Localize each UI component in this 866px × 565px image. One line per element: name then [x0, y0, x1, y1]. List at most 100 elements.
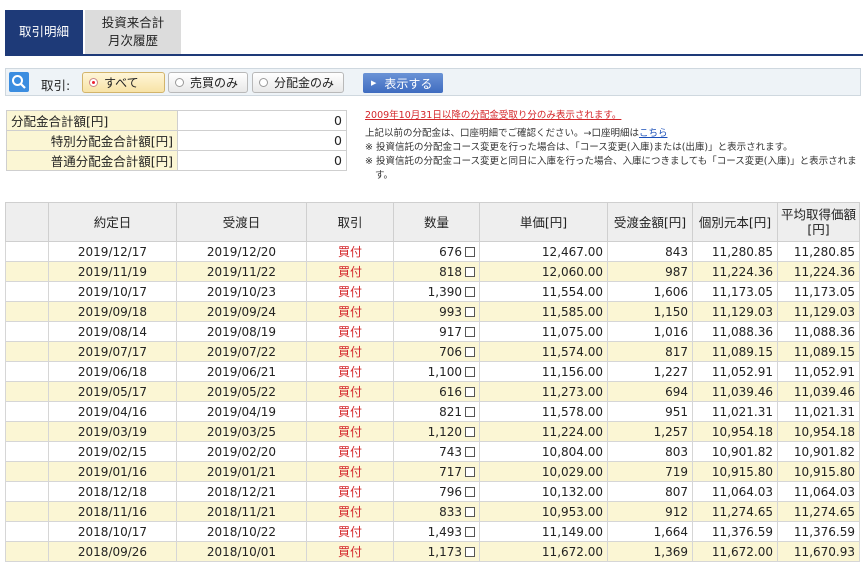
table-header-row: 約定日 受渡日 取引 数量 単価[円] 受渡金額[円] 個別元本[円] 平均取得…	[5, 202, 860, 242]
amount-cell: 1,664	[607, 521, 693, 542]
settle-date-cell: 2018/12/21	[176, 481, 307, 502]
transaction-table: 約定日 受渡日 取引 数量 単価[円] 受渡金額[円] 個別元本[円] 平均取得…	[5, 202, 860, 562]
amount-cell: 719	[607, 461, 693, 482]
account-statement-link[interactable]: こちら	[639, 128, 668, 139]
checkbox-icon	[465, 266, 475, 277]
quantity-value: 706	[439, 344, 462, 359]
filter-trade-only-radio[interactable]: 売買のみ	[168, 72, 248, 93]
header-settle-date: 受渡日	[176, 202, 307, 242]
table-row: 2019/04/16 2019/04/19 買付 821 11,578.00 951 11,…	[5, 401, 860, 422]
cost-cell: 11,021.31	[692, 401, 778, 422]
trade-date-cell: 2019/04/16	[48, 401, 177, 422]
play-arrow-icon: ▶	[371, 79, 377, 87]
checkbox-icon	[465, 286, 475, 297]
row-blank-cell	[5, 261, 49, 282]
cost-cell: 11,064.03	[692, 481, 778, 502]
row-blank-cell	[5, 501, 49, 522]
amount-cell: 1,227	[607, 361, 693, 382]
tab-monthly-history[interactable]: 投資来合計 月次履歴	[85, 10, 181, 54]
cost-cell: 11,274.65	[692, 501, 778, 522]
quantity-value: 993	[439, 304, 462, 319]
show-button[interactable]: ▶ 表示する	[363, 73, 443, 93]
trade-date-cell: 2019/01/16	[48, 461, 177, 482]
checkbox-icon	[465, 366, 475, 377]
summary-label: 分配金合計額[円]	[6, 110, 178, 131]
summary-label: 普通分配金合計額[円]	[6, 150, 178, 171]
trade-type-cell: 買付	[306, 321, 394, 342]
tab-transaction-details[interactable]: 取引明細	[5, 10, 83, 54]
table-row: 2018/12/18 2018/12/21 買付 796 10,132.00 807 11,…	[5, 481, 860, 502]
quantity-value: 818	[439, 264, 462, 279]
settle-date-cell: 2019/04/19	[176, 401, 307, 422]
checkbox-icon	[465, 446, 475, 457]
quantity-value: 1,120	[427, 424, 462, 439]
quantity-cell: 917	[393, 321, 480, 342]
price-cell: 12,467.00	[479, 241, 608, 262]
settle-date-cell: 2019/08/19	[176, 321, 307, 342]
quantity-cell: 993	[393, 301, 480, 322]
notes: 2009年10月31日以降の分配金受取り分のみ表示されます。 上記以前の分配金は…	[365, 109, 863, 183]
settle-date-cell: 2019/07/22	[176, 341, 307, 362]
table-row: 2018/10/17 2018/10/22 買付 1,493 11,149.00 1,66…	[5, 521, 860, 542]
table-row: 2019/02/15 2019/02/20 買付 743 10,804.00 803 10,…	[5, 441, 860, 462]
trade-date-cell: 2019/10/17	[48, 281, 177, 302]
table-row: 2018/11/16 2018/11/21 買付 833 10,953.00 912 11,…	[5, 501, 860, 522]
trade-type-cell: 買付	[306, 361, 394, 382]
radio-icon	[259, 78, 268, 87]
row-blank-cell	[5, 461, 49, 482]
cost-cell: 11,672.00	[692, 541, 778, 562]
quantity-value: 833	[439, 504, 462, 519]
table-row: 2019/11/19 2019/11/22 買付 818 12,060.00 987 11,…	[5, 261, 860, 282]
row-blank-cell	[5, 321, 49, 342]
checkbox-icon	[465, 466, 475, 477]
checkbox-icon	[465, 426, 475, 437]
average-cell: 11,129.03	[777, 301, 860, 322]
trade-date-cell: 2019/02/15	[48, 441, 177, 462]
average-cell: 11,274.65	[777, 501, 860, 522]
checkbox-icon	[465, 406, 475, 417]
trade-date-cell: 2019/03/19	[48, 421, 177, 442]
quantity-value: 676	[439, 244, 462, 259]
table-row: 2018/09/26 2018/10/01 買付 1,173 11,672.00 1,36…	[5, 541, 860, 562]
filter-bar: 取引: すべて 売買のみ 分配金のみ ▶ 表示する	[5, 68, 861, 96]
tab-label: 取引明細	[18, 24, 69, 39]
note-text: 上記以前の分配金は、口座明細でご確認ください。→口座明細は	[365, 128, 639, 139]
summary-row: 普通分配金合計額[円] 0	[6, 150, 347, 171]
tab-label-line1: 投資来合計	[101, 15, 165, 30]
price-cell: 12,060.00	[479, 261, 608, 282]
cost-cell: 11,052.91	[692, 361, 778, 382]
table-row: 2019/01/16 2019/01/21 買付 717 10,029.00 719 10,…	[5, 461, 860, 482]
filter-all-radio[interactable]: すべて	[82, 72, 165, 93]
distribution-summary-table: 分配金合計額[円] 0 特別分配金合計額[円] 0 普通分配金合計額[円] 0	[6, 110, 347, 171]
cost-cell: 11,088.36	[692, 321, 778, 342]
checkbox-icon	[465, 486, 475, 497]
average-cell: 11,021.31	[777, 401, 860, 422]
trade-date-cell: 2019/07/17	[48, 341, 177, 362]
average-cell: 11,088.36	[777, 321, 860, 342]
trade-type-cell: 買付	[306, 301, 394, 322]
cost-cell: 11,089.15	[692, 341, 778, 362]
table-row: 2019/09/18 2019/09/24 買付 993 11,585.00 1,150 1…	[5, 301, 860, 322]
quantity-cell: 833	[393, 501, 480, 522]
table-row: 2019/05/17 2019/05/22 買付 616 11,273.00 694 11,…	[5, 381, 860, 402]
quantity-value: 717	[439, 464, 462, 479]
price-cell: 11,554.00	[479, 281, 608, 302]
settle-date-cell: 2018/10/22	[176, 521, 307, 542]
amount-cell: 1,369	[607, 541, 693, 562]
filter-distribution-only-radio[interactable]: 分配金のみ	[252, 72, 344, 93]
trade-type-cell: 買付	[306, 481, 394, 502]
amount-cell: 1,150	[607, 301, 693, 322]
quantity-cell: 706	[393, 341, 480, 362]
quantity-cell: 821	[393, 401, 480, 422]
price-cell: 11,156.00	[479, 361, 608, 382]
row-blank-cell	[5, 441, 49, 462]
settle-date-cell: 2018/11/21	[176, 501, 307, 522]
amount-cell: 951	[607, 401, 693, 422]
amount-cell: 694	[607, 381, 693, 402]
amount-cell: 807	[607, 481, 693, 502]
settle-date-cell: 2019/01/21	[176, 461, 307, 482]
average-cell: 11,224.36	[777, 261, 860, 282]
checkbox-icon	[465, 506, 475, 517]
price-cell: 11,574.00	[479, 341, 608, 362]
summary-row: 分配金合計額[円] 0	[6, 110, 347, 131]
